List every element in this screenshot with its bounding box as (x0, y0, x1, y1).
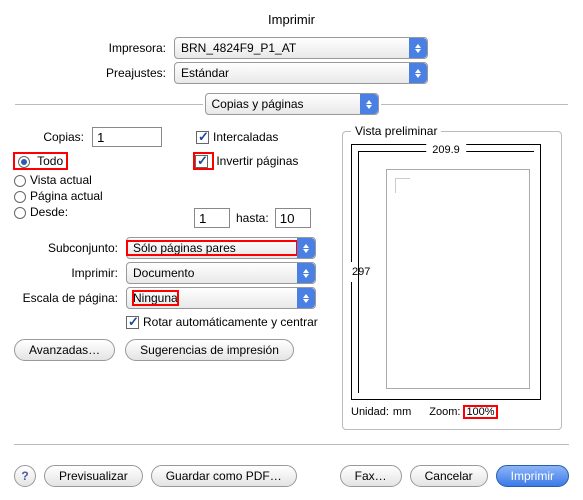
dropdown-arrows-icon (360, 94, 378, 114)
range-from-label: Desde: (30, 205, 68, 219)
preview-sheet (386, 169, 530, 389)
range-to-label: hasta: (230, 211, 275, 225)
copies-input[interactable] (92, 127, 162, 147)
scale-label: Escala de página: (14, 291, 126, 305)
advanced-button[interactable]: Avanzadas… (14, 339, 115, 361)
reverse-label: Invertir páginas (216, 154, 298, 168)
range-all-radio[interactable] (18, 156, 30, 168)
range-currentview-radio[interactable] (14, 175, 26, 187)
printwhat-label: Imprimir: (14, 266, 126, 280)
dropdown-arrows-icon (409, 38, 427, 58)
scale-value: Ninguna (127, 291, 297, 305)
preview-width: 209.9 (426, 144, 466, 156)
scale-select[interactable]: Ninguna (126, 287, 316, 309)
subset-value: Sólo páginas pares (127, 241, 297, 255)
dialog-title: Imprimir (14, 12, 569, 27)
range-from-radio[interactable] (14, 207, 26, 219)
zoom-value: 100% (464, 406, 496, 418)
preview-area: 209.9 297 (351, 144, 541, 400)
previsualize-button[interactable]: Previsualizar (44, 465, 143, 487)
range-to-input[interactable] (275, 208, 311, 228)
unit-label: Unidad: (351, 406, 389, 418)
printer-label: Impresora: (14, 41, 174, 55)
hints-button[interactable]: Sugerencias de impresión (125, 339, 294, 361)
printer-value: BRN_4824F9_P1_AT (175, 41, 409, 55)
autorotate-label: Rotar automáticamente y centrar (143, 315, 318, 329)
save-pdf-button[interactable]: Guardar como PDF… (151, 465, 297, 487)
zoom-label: Zoom: (429, 406, 460, 418)
section-select[interactable]: Copias y páginas (205, 93, 379, 115)
range-from-input[interactable] (194, 208, 230, 228)
range-currentview-label: Vista actual (30, 173, 92, 187)
print-button[interactable]: Imprimir (496, 465, 569, 487)
collate-label: Intercaladas (213, 130, 278, 144)
range-currentpage-radio[interactable] (14, 191, 26, 203)
copies-label: Copias: (14, 130, 92, 144)
fax-button[interactable]: Fax… (340, 465, 402, 487)
subset-select[interactable]: Sólo páginas pares (126, 237, 316, 259)
collate-checkbox[interactable] (196, 131, 209, 144)
section-value: Copias y páginas (206, 97, 360, 111)
printer-select[interactable]: BRN_4824F9_P1_AT (174, 37, 428, 59)
dropdown-arrows-icon (297, 263, 315, 283)
presets-label: Preajustes: (14, 66, 174, 80)
presets-select[interactable]: Estándar (174, 62, 428, 84)
dropdown-arrows-icon (297, 238, 315, 258)
cancel-button[interactable]: Cancelar (410, 465, 488, 487)
preview-groupbox: Vista preliminar 209.9 297 Unidad: mm Zo… (342, 124, 562, 430)
autorotate-checkbox[interactable] (126, 316, 139, 329)
preview-height: 297 (350, 262, 372, 282)
dropdown-arrows-icon (297, 288, 315, 308)
dropdown-arrows-icon (409, 63, 427, 83)
range-all-label: Todo (37, 154, 63, 168)
presets-value: Estándar (175, 66, 409, 80)
preview-legend: Vista preliminar (351, 124, 441, 138)
printwhat-select[interactable]: Documento (126, 262, 316, 284)
range-currentpage-label: Página actual (30, 189, 103, 203)
subset-label: Subconjunto: (14, 241, 126, 255)
printwhat-value: Documento (127, 266, 297, 280)
help-button[interactable]: ? (14, 465, 36, 487)
reverse-checkbox[interactable] (195, 155, 208, 168)
unit-value: mm (393, 406, 411, 418)
